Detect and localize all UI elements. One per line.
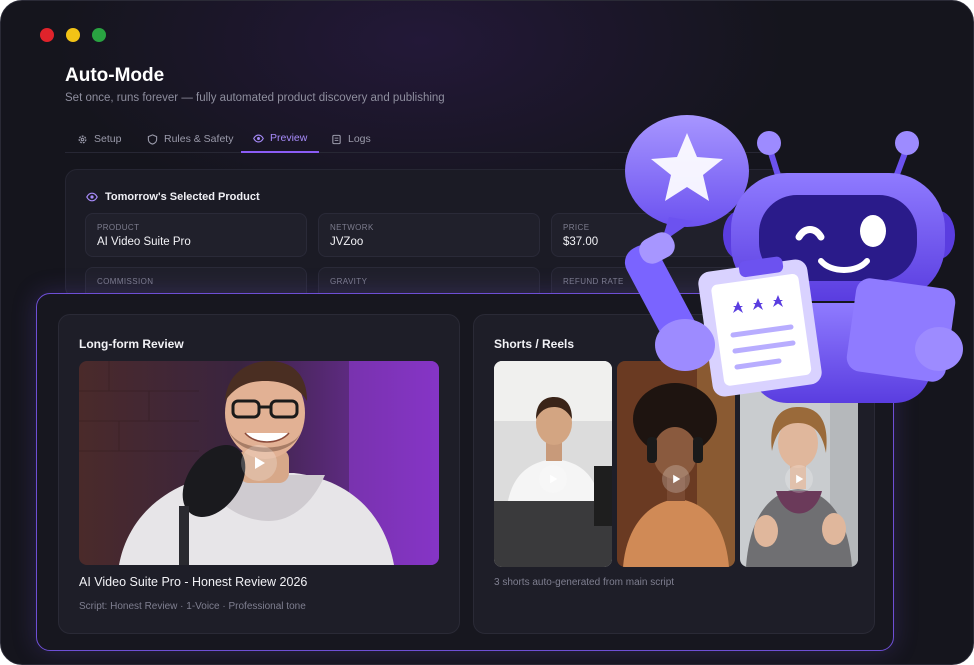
presenter-image [494,361,612,567]
shorts-title: Shorts / Reels [494,337,575,351]
robot-mascot-illustration [624,115,963,403]
long-form-video-thumbnail[interactable] [79,361,439,565]
field-label: PRODUCT [97,223,140,232]
long-form-panel: Long-form Review AI Video Suite Pro - Ho… [58,314,460,634]
maximize-window-button[interactable] [92,28,106,42]
page-subtitle: Set once, runs forever — fully automated… [65,92,445,104]
field-label: COMMISSION [97,277,154,286]
gear-icon [78,135,87,143]
shorts-caption: 3 shorts auto-generated from main script [494,577,675,588]
page-title: Auto-Mode [65,65,165,86]
shield-icon [147,133,158,145]
play-button[interactable] [539,465,567,493]
clipboard-icon [698,256,822,397]
long-form-video-title: AI Video Suite Pro - Honest Review 2026 [79,575,308,589]
selected-product-heading-text: Tomorrow's Selected Product [105,191,260,203]
play-button[interactable] [785,465,813,493]
play-icon [550,474,558,484]
scroll-icon [332,134,341,144]
tab-setup[interactable]: Setup [65,125,133,153]
eye-icon [86,192,98,202]
play-button[interactable] [241,445,277,481]
tab-preview[interactable]: Preview [241,125,320,153]
long-form-video-meta: Script: Honest Review · 1-Voice · Profes… [79,601,306,612]
field-network: NETWORK JVZoo [318,213,540,257]
tab-label: Logs [348,133,371,145]
short-thumbnail[interactable] [494,361,612,567]
tab-label: Rules & Safety [164,133,234,145]
tab-rules-safety[interactable]: Rules & Safety [135,125,245,153]
play-icon [255,457,265,469]
field-value: JVZoo [330,236,364,248]
title-bar [1,1,973,65]
app-window: Auto-Mode Set once, runs forever — fully… [0,0,974,665]
long-form-title: Long-form Review [79,337,184,351]
play-button[interactable] [662,465,690,493]
field-label: NETWORK [330,223,374,232]
selected-product-heading: Tomorrow's Selected Product [86,191,260,203]
eye-icon [253,133,264,143]
tab-logs[interactable]: Logs [319,125,383,153]
field-label: GRAVITY [330,277,368,286]
tab-label: Setup [94,133,122,145]
play-icon [673,474,681,484]
minimize-window-button[interactable] [66,28,80,42]
close-window-button[interactable] [40,28,54,42]
play-icon [796,474,804,484]
field-value: AI Video Suite Pro [97,236,191,248]
tab-label: Preview [270,132,308,144]
field-product: PRODUCT AI Video Suite Pro [85,213,307,257]
